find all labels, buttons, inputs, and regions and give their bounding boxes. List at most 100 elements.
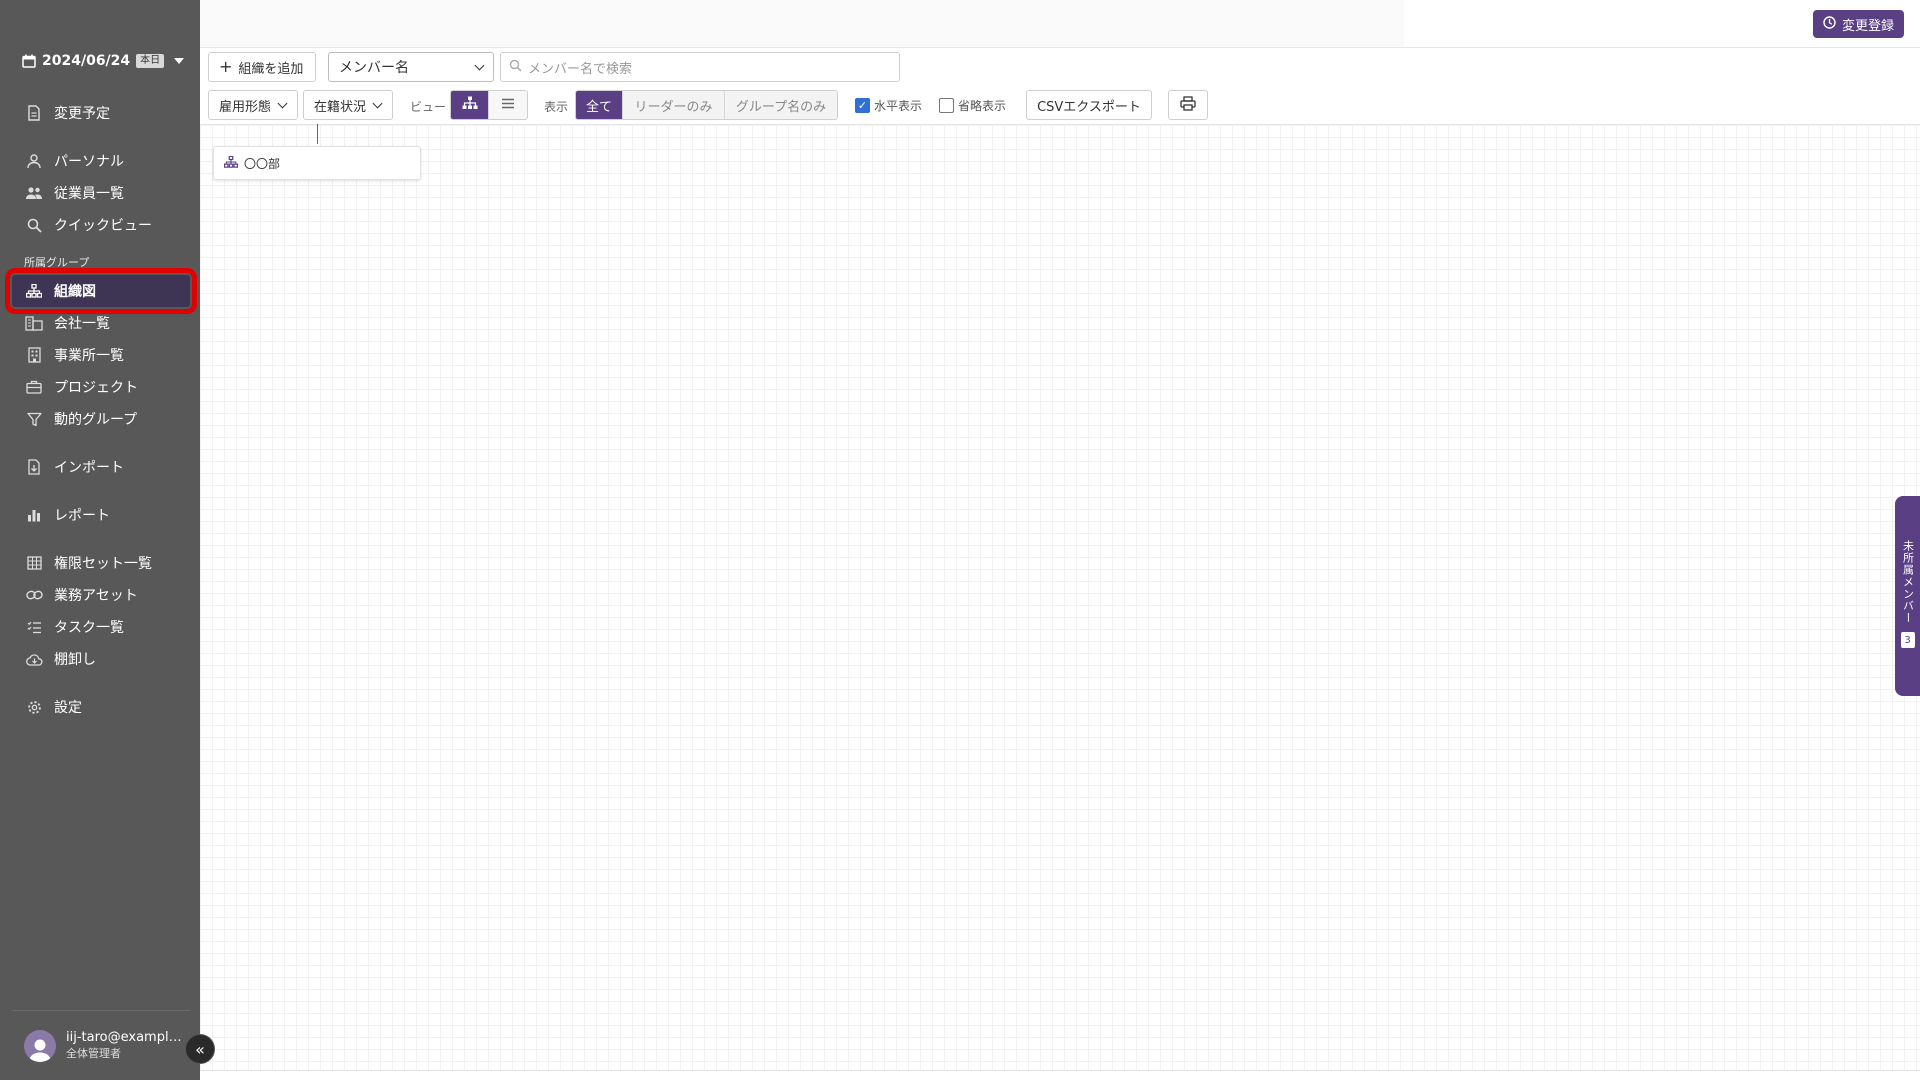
sidebar-item-inventory[interactable]: 棚卸し [12,643,190,675]
chevron-down-icon [372,98,383,108]
today-badge[interactable]: 本日 [136,54,165,68]
sidebar-item-company-list[interactable]: 会社一覧 [12,307,190,339]
person-icon [24,151,44,171]
unassigned-members-tab[interactable]: 未所属メンバー 3 [1895,496,1920,696]
printer-icon [1180,95,1196,115]
cloud-icon [24,649,44,669]
double-chevron-left-icon: « [195,1039,205,1059]
change-register-button[interactable]: 変更登録 [1812,10,1904,38]
calendar-icon [22,54,36,68]
sidebar-item-import[interactable]: インポート [12,451,190,483]
org-chart-icon [24,281,44,301]
sidebar-item-label: 棚卸し [54,652,96,668]
display-all-button[interactable]: 全て [576,91,623,119]
status-label: 在籍状況 [314,99,367,115]
add-organization-label: 組織を追加 [238,61,304,77]
user-email: iij-taro@example... [66,1029,186,1045]
tree-view-button[interactable] [451,91,489,119]
sidebar-item-label: クイックビュー [54,218,152,234]
briefcase-icon [24,377,44,397]
sidebar-item-task-list[interactable]: タスク一覧 [12,611,190,643]
sidebar-item-personal[interactable]: パーソナル [12,145,190,177]
view-label: ビュー [410,100,447,114]
sidebar-item-quick-view[interactable]: クイックビュー [12,209,190,241]
org-node[interactable]: 〇〇部 [213,146,421,180]
sidebar-item-label: プロジェクト [54,380,138,396]
org-chart-canvas[interactable] [200,124,1920,1070]
clock-icon [1823,15,1836,33]
top-bar: 変更登録 [200,0,1920,48]
sidebar-item-employee-list[interactable]: 従業員一覧 [12,177,190,209]
add-organization-button[interactable]: + 組織を追加 [208,52,316,82]
sidebar-item-change-schedule[interactable]: 変更予定 [12,97,190,129]
date-selector[interactable]: 2024/06/24 本日 [22,50,185,72]
horizontal-display-label: 水平表示 [874,99,923,113]
display-label: 表示 [544,100,569,114]
chevron-down-icon [474,60,485,70]
sidebar-item-label: レポート [54,508,110,524]
checkmark-icon: ✓ [855,98,870,113]
link-icon [24,585,44,605]
sidebar-item-label: 組織図 [54,284,96,300]
people-icon [24,183,44,203]
view-toggle [450,90,528,120]
employment-type-filter[interactable]: 雇用形態 [208,90,298,120]
task-list-icon [24,617,44,637]
member-field-value: メンバー名 [339,60,409,76]
sidebar-item-dynamic-group[interactable]: 動的グループ [12,403,190,435]
list-view-button[interactable] [489,91,527,119]
sidebar-item-business-assets[interactable]: 業務アセット [12,579,190,611]
sidebar-item-project[interactable]: プロジェクト [12,371,190,403]
current-date: 2024/06/24 [42,53,131,69]
sidebar-item-label: 動的グループ [54,412,138,428]
member-field-select[interactable]: メンバー名 [328,52,494,82]
org-chart-icon [462,96,478,114]
import-icon [24,457,44,477]
chevron-down-icon[interactable] [174,58,185,64]
display-group-names-only-button[interactable]: グループ名のみ [725,91,837,119]
filter-icon [24,409,44,429]
member-search-input[interactable]: メンバー名で検索 [500,52,900,82]
document-icon [24,103,44,123]
sidebar-item-label: 権限セット一覧 [54,556,152,572]
horizontal-display-checkbox[interactable]: ✓ 水平表示 [855,97,922,114]
checkbox-box [939,98,954,113]
change-register-label: 変更登録 [1841,18,1894,34]
print-button[interactable] [1168,90,1208,120]
user-profile[interactable]: iij-taro@example... 全体管理者 [12,1010,190,1080]
user-info: iij-taro@example... 全体管理者 [66,1030,186,1062]
user-role: 全体管理者 [66,1046,121,1060]
bar-chart-icon [24,505,44,525]
abbreviated-display-checkbox[interactable]: 省略表示 [939,97,1006,114]
org-connector-line [317,124,318,144]
search-icon [24,215,44,235]
sidebar-item-label: タスク一覧 [54,620,124,636]
sidebar-item-settings[interactable]: 設定 [12,691,190,723]
sidebar-item-label: 従業員一覧 [54,186,124,202]
sidebar-item-report[interactable]: レポート [12,499,190,531]
sidebar-item-label: 事業所一覧 [54,348,124,364]
abbreviated-display-label: 省略表示 [958,99,1007,113]
sidebar-item-org-chart[interactable]: 組織図 [5,268,197,314]
avatar [24,1029,56,1062]
sidebar-item-office-list[interactable]: 事業所一覧 [12,339,190,371]
csv-export-label: CSVエクスポート [1037,99,1141,115]
search-icon [509,59,522,76]
org-node-label: 〇〇部 [244,156,281,171]
sidebar-item-label: 変更予定 [54,106,110,122]
chevron-down-icon [277,98,288,108]
collapse-sidebar-button[interactable]: « [185,1034,215,1064]
org-chart-icon [223,155,239,171]
csv-export-button[interactable]: CSVエクスポート [1026,90,1152,120]
display-leaders-only-button[interactable]: リーダーのみ [623,91,725,119]
search-placeholder: メンバー名で検索 [528,61,633,77]
sidebar-item-label: 設定 [54,700,82,716]
sidebar-item-permission-sets[interactable]: 権限セット一覧 [12,547,190,579]
status-filter[interactable]: 在籍状況 [303,90,393,120]
unassigned-members-label: 未所属メンバー [1901,540,1915,624]
plus-icon: + [219,57,233,76]
display-mode-toggle: 全て リーダーのみ グループ名のみ [575,90,838,120]
sidebar: 2024/06/24 本日 変更予定 パーソナル 従業員一覧 クイックビュー 所… [0,0,200,1080]
list-icon [501,98,515,113]
unassigned-members-count: 3 [1900,632,1915,648]
